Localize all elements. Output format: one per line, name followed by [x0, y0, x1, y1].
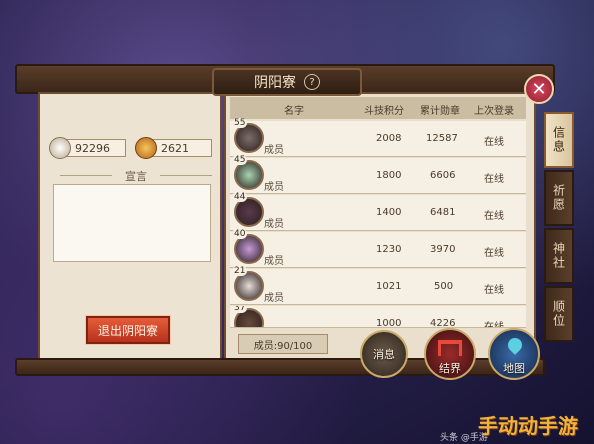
help-icon[interactable]: ? [304, 74, 320, 90]
table-row[interactable]: 37 成员 1000 4226 在线 [230, 306, 526, 328]
member-score: 1400 [376, 207, 402, 218]
member-medals: 4226 [430, 318, 456, 328]
table-row[interactable]: 55 成员 2008 12587 在线 [230, 118, 526, 157]
barrier-button[interactable]: 结界 [424, 328, 476, 380]
map-label: 地图 [503, 362, 525, 375]
torii-icon [438, 340, 462, 356]
map-pin-icon [505, 335, 525, 355]
member-score: 1021 [376, 281, 402, 292]
member-medals: 500 [434, 281, 454, 292]
member-level: 55 [232, 118, 248, 128]
member-medals: 12587 [426, 133, 458, 144]
header-medals: 累计勋章 [420, 106, 460, 117]
member-role: 成员 [264, 326, 284, 327]
barrier-label: 结界 [439, 362, 461, 375]
coin-stat: 92296 [49, 137, 126, 159]
window-title-plate: 阴阳寮 ? [212, 68, 362, 96]
header-last-login: 上次登录 [474, 106, 514, 117]
quit-guild-button[interactable]: 退出阴阳寮 [85, 315, 171, 345]
message-label: 消息 [373, 348, 395, 361]
member-status: 在线 [484, 285, 504, 296]
tab-prayer[interactable]: 祈愿 [544, 170, 574, 226]
medal-value: 2621 [161, 141, 189, 155]
table-row[interactable]: 45 成员 1800 6606 在线 [230, 155, 526, 194]
member-status: 在线 [484, 322, 504, 328]
watermark-logo: 手动动手游 [478, 414, 578, 438]
member-medals: 6606 [430, 170, 456, 181]
member-role: 成员 [264, 145, 284, 156]
table-row[interactable]: 40 成员 1230 3970 在线 [230, 229, 526, 268]
tab-ranking[interactable]: 顺位 [544, 286, 574, 342]
coin-icon [49, 137, 71, 159]
medal-stat: 2621 [135, 137, 212, 159]
member-status: 在线 [484, 211, 504, 222]
member-role: 成员 [264, 182, 284, 193]
member-score: 1230 [376, 244, 402, 255]
message-button[interactable]: 消息 [360, 330, 408, 378]
member-level: 44 [232, 192, 248, 202]
member-role: 成员 [264, 256, 284, 267]
member-medals: 6481 [430, 207, 456, 218]
header-score: 斗技积分 [364, 106, 404, 117]
table-row[interactable]: 44 成员 1400 6481 在线 [230, 192, 526, 231]
member-level: 40 [232, 229, 248, 239]
member-role: 成员 [264, 293, 284, 304]
medal-icon [135, 137, 157, 159]
manifesto-textbox[interactable] [53, 184, 211, 262]
tab-shrine[interactable]: 神社 [544, 228, 574, 284]
member-table-header: 名字 斗技积分 累计勋章 上次登录 [230, 97, 526, 119]
member-status: 在线 [484, 137, 504, 148]
member-score: 2008 [376, 133, 402, 144]
page-title: 阴阳寮 [254, 75, 296, 91]
member-medals: 3970 [430, 244, 456, 255]
tab-info[interactable]: 信息 [544, 112, 574, 168]
coin-value: 92296 [75, 141, 110, 155]
table-row[interactable]: 21 成员 1021 500 在线 [230, 266, 526, 305]
member-count: 成员:90/100 [238, 334, 328, 354]
member-score: 1800 [376, 170, 402, 181]
member-level: 21 [232, 266, 248, 276]
close-button[interactable]: ✕ [524, 74, 554, 104]
member-score: 1000 [376, 318, 402, 328]
member-status: 在线 [484, 248, 504, 259]
member-level: 45 [232, 155, 248, 165]
header-name: 名字 [284, 106, 304, 117]
member-role: 成员 [264, 219, 284, 230]
member-status: 在线 [484, 174, 504, 185]
manifesto-label: 宣言 [60, 168, 212, 184]
map-button[interactable]: 地图 [488, 328, 540, 380]
